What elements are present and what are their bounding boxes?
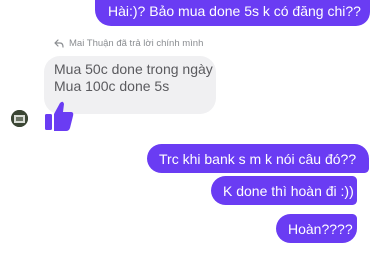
reply-indicator: Mai Thuận đã trả lời chính mình [54,38,203,49]
reply-arrow-icon [54,39,64,48]
sent-message-bubble[interactable]: Hài:)? Bảo mua done 5s k có đăng chi?? [95,0,370,26]
message-text: Trc khi bank s m k nói câu đó?? [159,150,357,167]
sent-message-bubble[interactable]: Hoàn???? [276,214,357,243]
message-text: Hoàn???? [288,220,353,237]
message-text: Hài:)? Bảo mua done 5s k có đăng chi?? [108,3,361,19]
quoted-line: Mua 50c done trong ngày [54,61,213,77]
chat-thread: Hài:)? Bảo mua done 5s k có đăng chi?? M… [0,0,374,257]
sent-message-bubble[interactable]: K done thì hoàn đi :)) [211,176,357,205]
reply-indicator-text: Mai Thuận đã trả lời chính mình [69,38,204,49]
avatar[interactable] [11,110,28,127]
sent-message-bubble[interactable]: Trc khi bank s m k nói câu đó?? [147,144,369,173]
thumbs-up-icon[interactable] [44,100,74,132]
quoted-line: Mua 100c done 5s [54,78,170,94]
message-text: K done thì hoàn đi :)) [223,182,354,199]
